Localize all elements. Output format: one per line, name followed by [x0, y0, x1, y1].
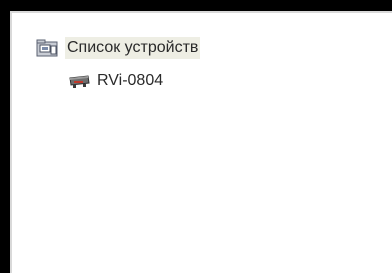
device-tree-panel[interactable]: Список устройств RVi-0804: [10, 11, 392, 273]
tree-node-label: Список устройств: [65, 37, 201, 59]
tree-node-rvi-0804[interactable]: RVi-0804: [68, 70, 165, 92]
window-frame-left: [0, 0, 10, 273]
window-frame-top: [0, 0, 392, 11]
tree-node-label: RVi-0804: [97, 72, 164, 89]
dvr-recorder-icon: [68, 73, 90, 89]
device-list-folder-icon: [36, 38, 60, 58]
tree-node-device-list[interactable]: Список устройств: [36, 37, 201, 59]
device-tree-window: Список устройств RVi-0804: [0, 0, 392, 273]
